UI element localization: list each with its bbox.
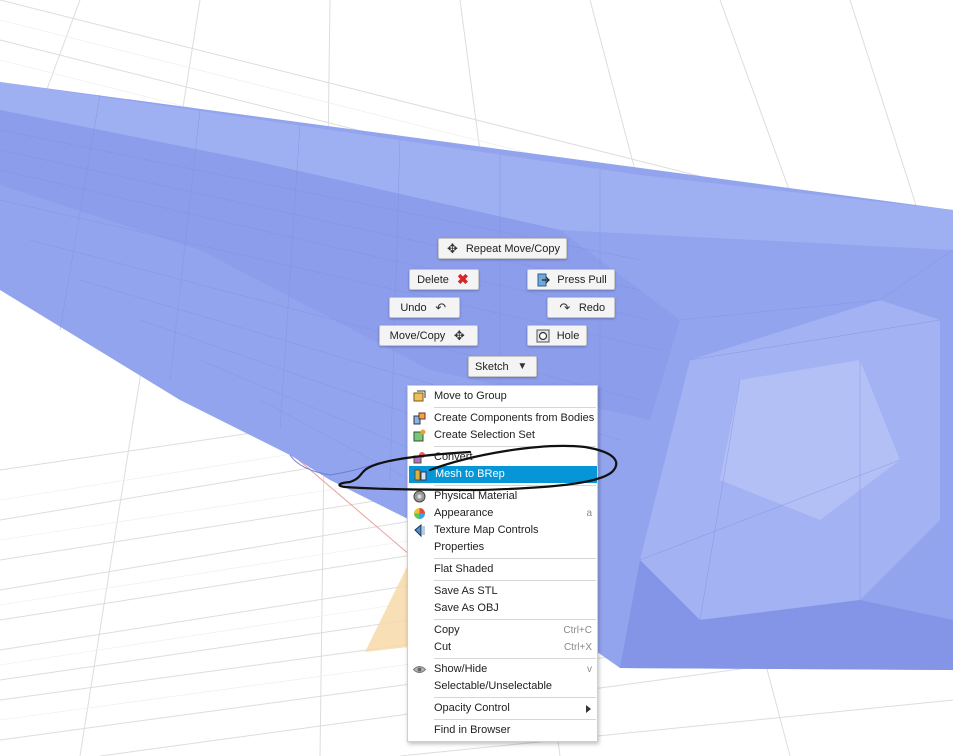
undo-label: Undo (400, 301, 427, 314)
dropdown-triangle-icon: ▼ (517, 361, 528, 372)
move-copy-button[interactable]: Move/Copy ✥ (379, 325, 478, 346)
press-pull-button[interactable]: Press Pull (527, 269, 615, 290)
menu-item-flat-shaded[interactable]: Flat Shaded (408, 561, 597, 578)
redo-label: Redo (578, 301, 606, 314)
delete-label: Delete (417, 273, 449, 286)
delete-x-icon: ✖ (457, 271, 469, 287)
menu-item-save-as-stl[interactable]: Save As STL (408, 583, 597, 600)
menu-item-find-in-browser[interactable]: Find in Browser (408, 722, 597, 739)
components-icon (413, 412, 426, 425)
hole-label: Hole (556, 329, 580, 342)
menu-separator (434, 558, 596, 559)
appearance-icon (413, 507, 426, 520)
undo-arrow-icon: ↶ (435, 299, 447, 315)
menu-separator (434, 619, 596, 620)
menu-separator (434, 446, 596, 447)
repeat-move-copy-label: Repeat Move/Copy (465, 242, 560, 255)
menu-separator (434, 658, 596, 659)
menu-item-convert[interactable]: Convert (408, 449, 597, 466)
repeat-move-copy-button[interactable]: ✥ Repeat Move/Copy (438, 238, 567, 259)
menu-item-appearance[interactable]: Appearance a (408, 505, 597, 522)
menu-item-show-hide[interactable]: Show/Hide v (408, 661, 597, 678)
redo-arrow-icon: ↷ (559, 299, 571, 315)
menu-separator (434, 719, 596, 720)
menu-item-create-selection-set[interactable]: Create Selection Set (408, 427, 597, 444)
physical-material-icon (413, 490, 426, 503)
menu-item-selectable-unselectable[interactable]: Selectable/Unselectable (408, 678, 597, 695)
menu-separator (434, 697, 596, 698)
menu-item-cut[interactable]: Cut Ctrl+X (408, 639, 597, 656)
menu-item-move-to-group[interactable]: Move to Group (408, 388, 597, 405)
move-arrows-icon: ✥ (446, 240, 458, 256)
move-copy-label: Move/Copy (389, 329, 446, 342)
menu-separator (434, 485, 596, 486)
move-to-group-icon (413, 390, 426, 403)
eye-icon (412, 663, 427, 676)
menu-separator (434, 407, 596, 408)
submenu-arrow-icon (586, 705, 591, 713)
press-pull-icon (535, 272, 551, 288)
menu-item-save-as-obj[interactable]: Save As OBJ (408, 600, 597, 617)
texture-map-icon (413, 523, 426, 538)
delete-button[interactable]: Delete ✖ (409, 269, 479, 290)
menu-item-texture-map-controls[interactable]: Texture Map Controls (408, 522, 597, 539)
menu-item-create-components[interactable]: Create Components from Bodies (408, 410, 597, 427)
mesh-to-brep-icon (414, 468, 427, 481)
press-pull-label: Press Pull (557, 273, 607, 286)
hole-button[interactable]: Hole (527, 325, 587, 346)
menu-item-mesh-to-brep[interactable]: Mesh to BRep (409, 466, 597, 483)
selection-set-icon (413, 429, 426, 442)
menu-separator (434, 580, 596, 581)
menu-item-physical-material[interactable]: Physical Material (408, 488, 597, 505)
sketch-dropdown-button[interactable]: Sketch ▼ (468, 356, 537, 377)
hole-icon (535, 328, 551, 344)
menu-item-copy[interactable]: Copy Ctrl+C (408, 622, 597, 639)
convert-icon (413, 451, 426, 464)
move-arrows-icon: ✥ (453, 327, 465, 343)
undo-button[interactable]: Undo ↶ (389, 297, 460, 318)
sketch-label: Sketch (475, 360, 509, 373)
context-menu: Move to Group Create Components from Bod… (407, 385, 598, 742)
menu-item-properties[interactable]: Properties (408, 539, 597, 556)
menu-item-opacity-control[interactable]: Opacity Control (408, 700, 597, 717)
redo-button[interactable]: ↷ Redo (547, 297, 615, 318)
